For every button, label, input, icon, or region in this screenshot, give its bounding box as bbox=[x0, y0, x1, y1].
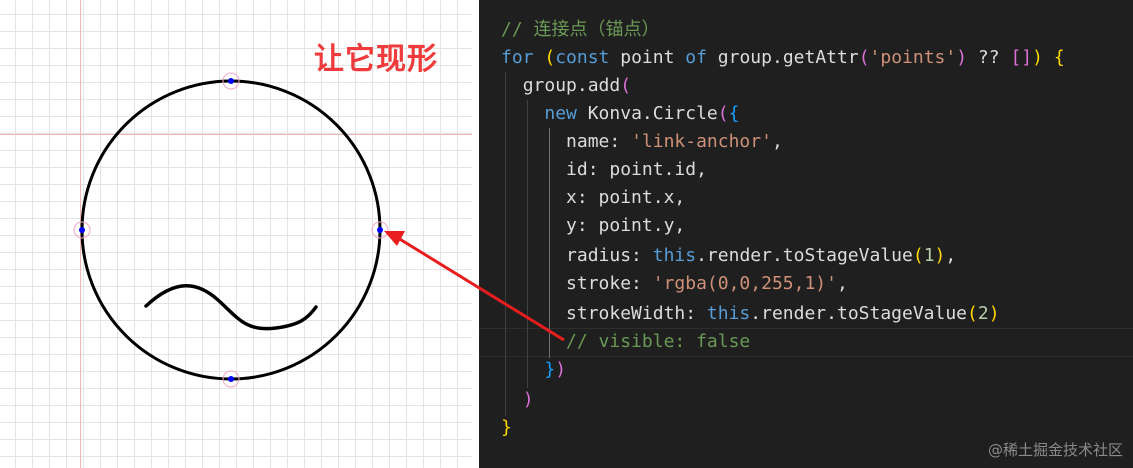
anchor-dot-left[interactable] bbox=[79, 227, 85, 233]
tilde-curve bbox=[144, 284, 318, 331]
anchor-dot-top[interactable] bbox=[228, 78, 234, 84]
code-line-10: stroke: 'rgba(0,0,255,1)', bbox=[566, 273, 848, 294]
code-line-12: // visible: false bbox=[566, 331, 751, 352]
code-line-15: } bbox=[501, 417, 512, 438]
konva-canvas-preview: 让它现形 bbox=[0, 0, 472, 468]
code-line-14: ) bbox=[522, 389, 534, 410]
code-line-8: y: point.y, bbox=[566, 215, 686, 236]
code-line-1: // 连接点（锚点） bbox=[501, 19, 660, 40]
main-circle[interactable] bbox=[80, 79, 382, 381]
code-line-3: group.add( bbox=[522, 75, 632, 96]
anchor-dot-right[interactable] bbox=[377, 227, 383, 233]
code-editor[interactable]: // 连接点（锚点） for (const point of group.get… bbox=[479, 0, 1133, 468]
code-line-2: for (const point of group.getAttr('point… bbox=[501, 47, 1065, 68]
code-line-5: name: 'link-anchor', bbox=[566, 131, 783, 152]
code-line-9: radius: this.render.toStageValue(1), bbox=[566, 245, 957, 266]
code-line-4: new Konva.Circle({ bbox=[544, 103, 740, 124]
code-line-13: }) bbox=[544, 359, 567, 380]
watermark: @稀土掘金技术社区 bbox=[987, 441, 1123, 459]
code-line-11: strokeWidth: this.render.toStageValue(2) bbox=[566, 303, 1000, 324]
anchor-dot-bottom[interactable] bbox=[228, 376, 234, 382]
annotation-title: 让它现形 bbox=[314, 42, 438, 77]
code-line-7: x: point.x, bbox=[566, 187, 686, 208]
code-line-6: id: point.id, bbox=[566, 159, 707, 180]
